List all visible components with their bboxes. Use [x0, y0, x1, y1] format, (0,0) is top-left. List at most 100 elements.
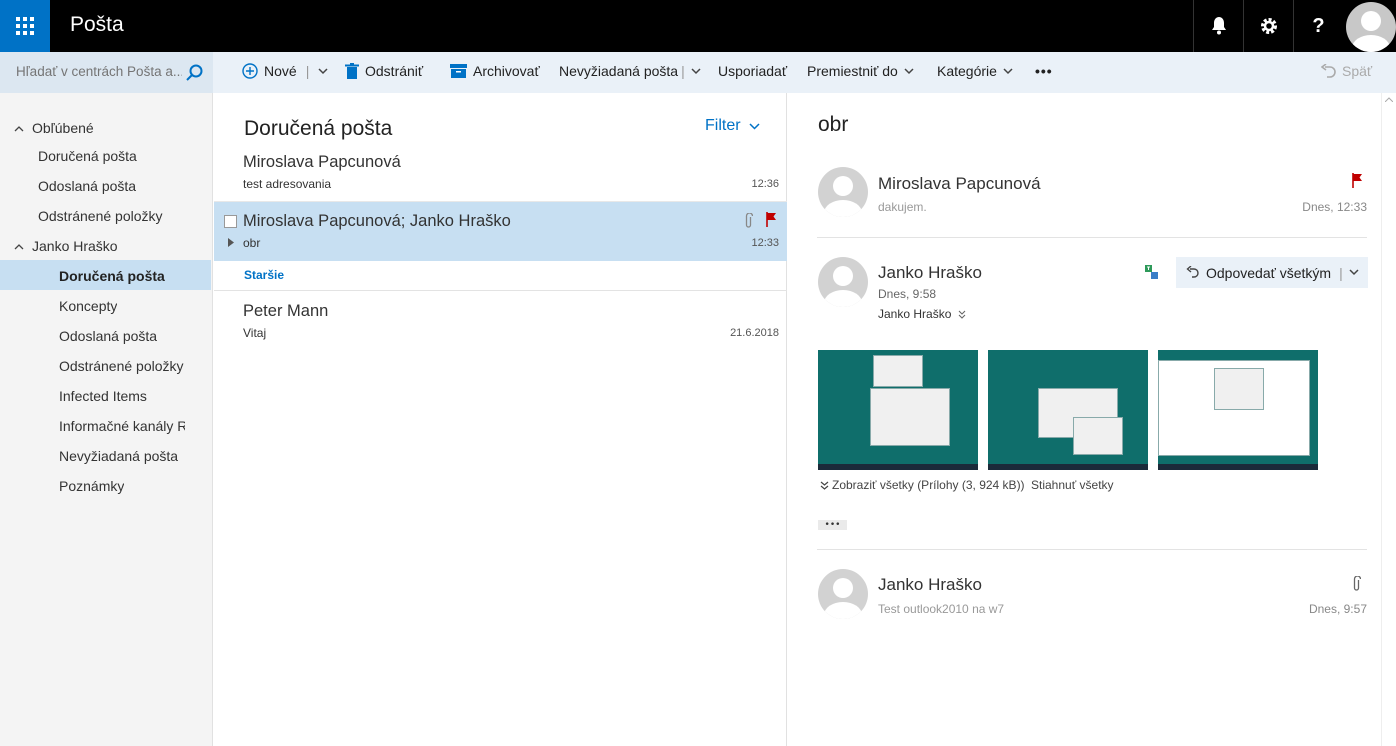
- search-input[interactable]: [16, 64, 182, 79]
- list-item-selected[interactable]: Miroslava Papcunová; Janko Hraško obr 12…: [214, 202, 787, 261]
- chevron-down-icon[interactable]: [318, 67, 328, 75]
- more-icon: •••: [1035, 63, 1053, 79]
- move-to-label: Premiestniť do: [807, 63, 898, 79]
- question-icon: ?: [1312, 14, 1325, 37]
- conversation-subject: obr: [818, 113, 849, 136]
- categories-button[interactable]: Kategórie: [937, 63, 1013, 79]
- taskbar: [988, 464, 1148, 470]
- list-item[interactable]: Peter Mann Vitaj 21.6.2018: [214, 297, 787, 351]
- archive-button[interactable]: Archivovať: [450, 63, 540, 79]
- translate-icon[interactable]: [1144, 264, 1159, 280]
- attachment-thumbnail[interactable]: [818, 350, 978, 470]
- settings-button[interactable]: [1243, 0, 1293, 52]
- search-box: [0, 52, 213, 93]
- recipients[interactable]: Janko Hraško: [878, 307, 966, 321]
- message-subject: test adresovania: [243, 177, 332, 191]
- undo-button[interactable]: Späť: [1321, 63, 1372, 79]
- top-bar: Pošta ?: [0, 0, 1396, 52]
- message-time: 21.6.2018: [730, 327, 779, 339]
- double-chevron-down-icon: [958, 310, 966, 319]
- person-icon: [824, 578, 862, 619]
- message-list: Doručená pošta Filter Miroslava Papcunov…: [214, 93, 787, 746]
- expand-triangle-icon[interactable]: [228, 238, 234, 247]
- screenshot-window: [870, 388, 950, 446]
- notifications-button[interactable]: [1193, 0, 1243, 52]
- folder-notes[interactable]: Poznámky: [59, 478, 124, 494]
- sender-name[interactable]: Janko Hraško: [878, 263, 982, 283]
- favorites-label: Obľúbené: [32, 120, 94, 136]
- sweep-button[interactable]: Usporiadať: [718, 63, 787, 79]
- folder-junk[interactable]: Nevyžiadaná pošta: [59, 448, 178, 464]
- sender-name[interactable]: Miroslava Papcunová: [878, 174, 1041, 194]
- message-preview[interactable]: Test outlook2010 na w7: [878, 602, 1004, 616]
- screenshot-window: [873, 355, 923, 387]
- favorite-deleted[interactable]: Odstránené položky: [38, 208, 163, 224]
- favorite-inbox[interactable]: Doručená pošta: [38, 148, 137, 164]
- archive-icon: [450, 64, 467, 78]
- delete-label: Odstrániť: [365, 63, 424, 79]
- show-all-attachments-link[interactable]: Zobraziť všetky (Prílohy (3, 924 kB)): [820, 478, 1025, 492]
- delete-button[interactable]: Odstrániť: [345, 63, 423, 79]
- message-preview[interactable]: dakujem.: [878, 200, 927, 214]
- waffle-icon: [16, 17, 34, 35]
- recipient-name: Janko Hraško: [878, 307, 952, 321]
- chevron-up-icon: [14, 243, 24, 249]
- search-icon[interactable]: [186, 64, 203, 81]
- person-icon: [824, 266, 862, 307]
- app-launcher-button[interactable]: [0, 0, 50, 52]
- older-section-header: Staršie: [244, 268, 285, 282]
- flag-icon[interactable]: [1352, 173, 1363, 188]
- attachment-thumbnail[interactable]: [988, 350, 1148, 470]
- message-time: 12:33: [751, 237, 779, 249]
- taskbar: [818, 464, 978, 470]
- show-quoted-text-button[interactable]: •••: [818, 520, 847, 530]
- message-checkbox[interactable]: [224, 215, 237, 228]
- reply-all-label: Odpovedať všetkým: [1206, 264, 1332, 281]
- show-all-label: Zobraziť všetky (Prílohy (3, 924 kB)): [832, 478, 1025, 492]
- chevron-down-icon[interactable]: [1349, 269, 1359, 276]
- new-button[interactable]: Nové |: [242, 63, 328, 79]
- user-avatar[interactable]: [1346, 2, 1396, 52]
- paperclip-icon: [745, 213, 753, 228]
- app-title: Pošta: [70, 13, 124, 36]
- new-label: Nové: [264, 63, 297, 79]
- sender-name[interactable]: Janko Hraško: [878, 575, 982, 595]
- message-subject: obr: [243, 236, 261, 250]
- divider: |: [681, 63, 685, 79]
- folder-inbox[interactable]: Doručená pošta: [59, 268, 165, 284]
- favorites-group[interactable]: Obľúbené: [14, 120, 94, 136]
- folder-infected[interactable]: Infected Items: [59, 388, 147, 404]
- list-item[interactable]: Miroslava Papcunová test adresovania 12:…: [214, 148, 787, 202]
- folder-deleted[interactable]: Odstránené položky: [59, 358, 184, 374]
- message-sender: Miroslava Papcunová; Janko Hraško: [243, 212, 511, 230]
- move-to-button[interactable]: Premiestniť do: [807, 63, 914, 79]
- folder-rss[interactable]: Informačné kanály RSS: [59, 418, 185, 434]
- scroll-up-icon[interactable]: [1385, 97, 1393, 102]
- undo-label: Späť: [1342, 63, 1373, 79]
- folder-drafts[interactable]: Koncepty: [59, 298, 117, 314]
- account-group[interactable]: Janko Hraško: [14, 238, 118, 254]
- more-commands-button[interactable]: •••: [1035, 63, 1053, 79]
- divider: [214, 290, 787, 291]
- scrollbar[interactable]: [1381, 93, 1396, 746]
- reply-all-button[interactable]: Odpovedať všetkým |: [1176, 257, 1368, 288]
- divider: [817, 549, 1367, 550]
- divider: |: [1339, 264, 1343, 281]
- flag-icon[interactable]: [766, 212, 777, 227]
- help-button[interactable]: ?: [1293, 0, 1343, 52]
- divider: [817, 237, 1367, 238]
- chevron-up-icon: [14, 125, 24, 131]
- favorite-sent[interactable]: Odoslaná pošta: [38, 178, 136, 194]
- chevron-down-icon: [749, 122, 760, 130]
- undo-icon: [1321, 64, 1336, 78]
- filter-button[interactable]: Filter: [705, 117, 760, 135]
- avatar: [818, 569, 868, 619]
- attachment-thumbnail[interactable]: [1158, 350, 1318, 470]
- folder-sent[interactable]: Odoslaná pošta: [59, 328, 157, 344]
- bell-icon: [1211, 17, 1226, 35]
- taskbar: [1158, 464, 1318, 470]
- download-all-link[interactable]: Stiahnuť všetky: [1031, 478, 1114, 492]
- chevron-down-icon[interactable]: [691, 67, 701, 75]
- junk-button[interactable]: Nevyžiadaná pošta |: [559, 63, 701, 79]
- message-sender: Peter Mann: [243, 302, 329, 320]
